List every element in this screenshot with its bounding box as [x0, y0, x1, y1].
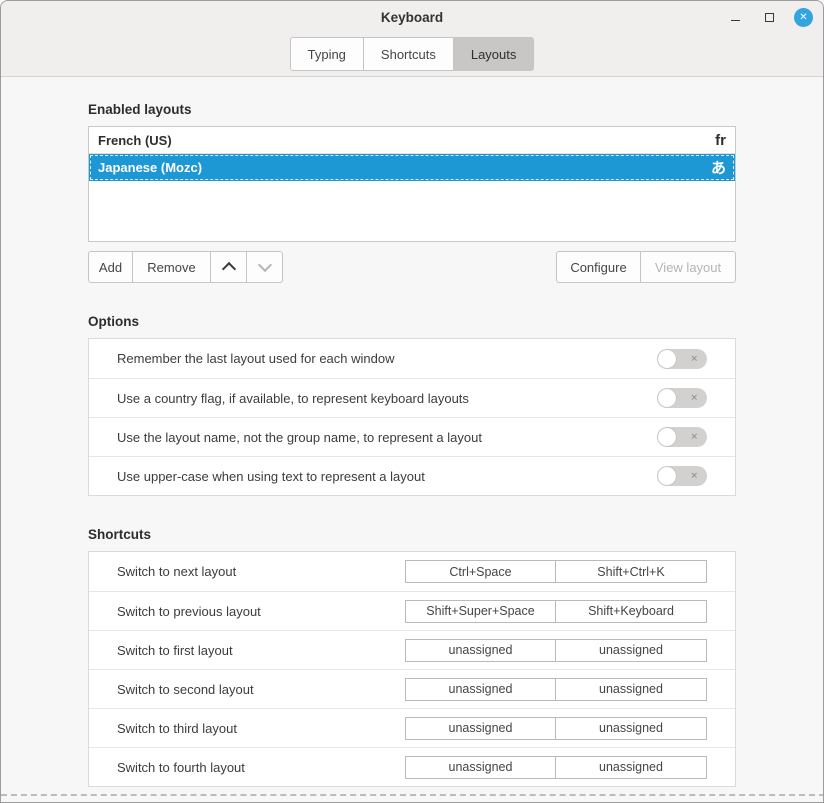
titlebar[interactable]: Keyboard ✕: [1, 1, 823, 34]
view-layout-button[interactable]: View layout: [641, 251, 736, 283]
enabled-layouts-heading: Enabled layouts: [88, 102, 736, 117]
move-up-button[interactable]: [211, 251, 247, 283]
layout-name: French (US): [98, 133, 715, 148]
option-label: Use upper-case when using text to repres…: [117, 469, 657, 484]
toggle-off-icon: ✕: [690, 432, 698, 443]
options-box: Remember the last layout used for each w…: [88, 338, 736, 496]
keybinding-group: Shift+Super+Space Shift+Keyboard: [405, 600, 707, 623]
shortcut-label: Switch to next layout: [117, 564, 405, 579]
toggle-knob: [658, 428, 676, 446]
layout-indicator-fr: fr: [715, 132, 726, 149]
enabled-layouts-list[interactable]: French (US) fr Japanese (Mozc) あ: [88, 126, 736, 242]
shortcut-row-previous-layout: Switch to previous layout Shift+Super+Sp…: [89, 591, 735, 630]
add-layout-button[interactable]: Add: [88, 251, 133, 283]
shortcut-label: Switch to fourth layout: [117, 760, 405, 775]
layouts-panel: Enabled layouts French (US) fr Japanese …: [1, 77, 823, 802]
shortcut-row-fourth-layout: Switch to fourth layout unassigned unass…: [89, 747, 735, 786]
close-button[interactable]: ✕: [794, 8, 813, 27]
window-title: Keyboard: [381, 10, 443, 25]
keybinding-group: unassigned unassigned: [405, 639, 707, 662]
shortcut-label: Switch to third layout: [117, 721, 405, 736]
tab-shortcuts[interactable]: Shortcuts: [364, 37, 454, 71]
remove-layout-button[interactable]: Remove: [133, 251, 211, 283]
toggle-off-icon: ✕: [690, 393, 698, 404]
option-row-layout-name: Use the layout name, not the group name,…: [89, 417, 735, 456]
option-label: Remember the last layout used for each w…: [117, 351, 657, 366]
layout-indicator-ja: あ: [711, 157, 726, 178]
option-label: Use a country flag, if available, to rep…: [117, 391, 657, 406]
keybinding-cell-1[interactable]: unassigned: [405, 756, 556, 779]
configure-button-group: Configure View layout: [556, 251, 736, 283]
keybinding-cell-2[interactable]: Shift+Ctrl+K: [556, 560, 707, 583]
keybinding-cell-1[interactable]: unassigned: [405, 717, 556, 740]
keybinding-cell-1[interactable]: unassigned: [405, 639, 556, 662]
shortcut-row-first-layout: Switch to first layout unassigned unassi…: [89, 630, 735, 669]
close-icon: ✕: [799, 12, 807, 23]
shortcuts-heading: Shortcuts: [88, 527, 736, 542]
keybinding-cell-2[interactable]: Shift+Keyboard: [556, 600, 707, 623]
toggle-off-icon: ✕: [690, 471, 698, 482]
keybinding-group: unassigned unassigned: [405, 717, 707, 740]
keybinding-cell-2[interactable]: unassigned: [556, 717, 707, 740]
minimize-button[interactable]: [726, 9, 744, 27]
chevron-down-icon: [259, 261, 271, 273]
options-heading: Options: [88, 314, 736, 329]
maximize-icon: [765, 13, 774, 22]
layout-list-item-selected[interactable]: Japanese (Mozc) あ: [89, 154, 735, 181]
bottom-resize-indicator: [1, 794, 824, 796]
shortcut-label: Switch to first layout: [117, 643, 405, 658]
keybinding-cell-2[interactable]: unassigned: [556, 639, 707, 662]
toggle-knob: [658, 350, 676, 368]
tab-layouts[interactable]: Layouts: [454, 37, 535, 71]
option-label: Use the layout name, not the group name,…: [117, 430, 657, 445]
shortcuts-box: Switch to next layout Ctrl+Space Shift+C…: [88, 551, 736, 787]
keybinding-group: unassigned unassigned: [405, 756, 707, 779]
layout-list-item[interactable]: French (US) fr: [89, 127, 735, 154]
toggle-country-flag[interactable]: ✕: [657, 388, 707, 408]
shortcut-label: Switch to second layout: [117, 682, 405, 697]
tab-bar: Typing Shortcuts Layouts: [1, 34, 823, 71]
toggle-knob: [658, 467, 676, 485]
window-controls: ✕: [726, 1, 813, 34]
shortcut-row-next-layout: Switch to next layout Ctrl+Space Shift+C…: [89, 552, 735, 591]
maximize-button[interactable]: [760, 9, 778, 27]
toggle-knob: [658, 389, 676, 407]
shortcut-label: Switch to previous layout: [117, 604, 405, 619]
keyboard-settings-window: Keyboard ✕ Typing Shortcuts Layouts Enab…: [0, 0, 824, 803]
option-row-remember-layout: Remember the last layout used for each w…: [89, 339, 735, 378]
toggle-upper-case[interactable]: ✕: [657, 466, 707, 486]
layout-name: Japanese (Mozc): [98, 160, 711, 175]
chevron-up-icon: [223, 261, 235, 273]
option-row-country-flag: Use a country flag, if available, to rep…: [89, 378, 735, 417]
tab-typing[interactable]: Typing: [290, 37, 364, 71]
keybinding-cell-2[interactable]: unassigned: [556, 756, 707, 779]
move-down-button[interactable]: [247, 251, 283, 283]
configure-button[interactable]: Configure: [556, 251, 641, 283]
list-edit-button-group: Add Remove: [88, 251, 283, 283]
keybinding-cell-1[interactable]: unassigned: [405, 678, 556, 701]
toggle-remember-layout[interactable]: ✕: [657, 349, 707, 369]
keybinding-cell-1[interactable]: Shift+Super+Space: [405, 600, 556, 623]
keybinding-group: unassigned unassigned: [405, 678, 707, 701]
minimize-icon: [731, 20, 740, 21]
shortcut-row-second-layout: Switch to second layout unassigned unass…: [89, 669, 735, 708]
shortcut-row-third-layout: Switch to third layout unassigned unassi…: [89, 708, 735, 747]
keybinding-cell-2[interactable]: unassigned: [556, 678, 707, 701]
option-row-upper-case: Use upper-case when using text to repres…: [89, 456, 735, 495]
keybinding-cell-1[interactable]: Ctrl+Space: [405, 560, 556, 583]
layout-list-toolbar: Add Remove Configure View layout: [88, 251, 736, 283]
toggle-layout-name[interactable]: ✕: [657, 427, 707, 447]
toggle-off-icon: ✕: [690, 353, 698, 364]
keybinding-group: Ctrl+Space Shift+Ctrl+K: [405, 560, 707, 583]
window-header: Keyboard ✕ Typing Shortcuts Layouts: [1, 1, 823, 77]
